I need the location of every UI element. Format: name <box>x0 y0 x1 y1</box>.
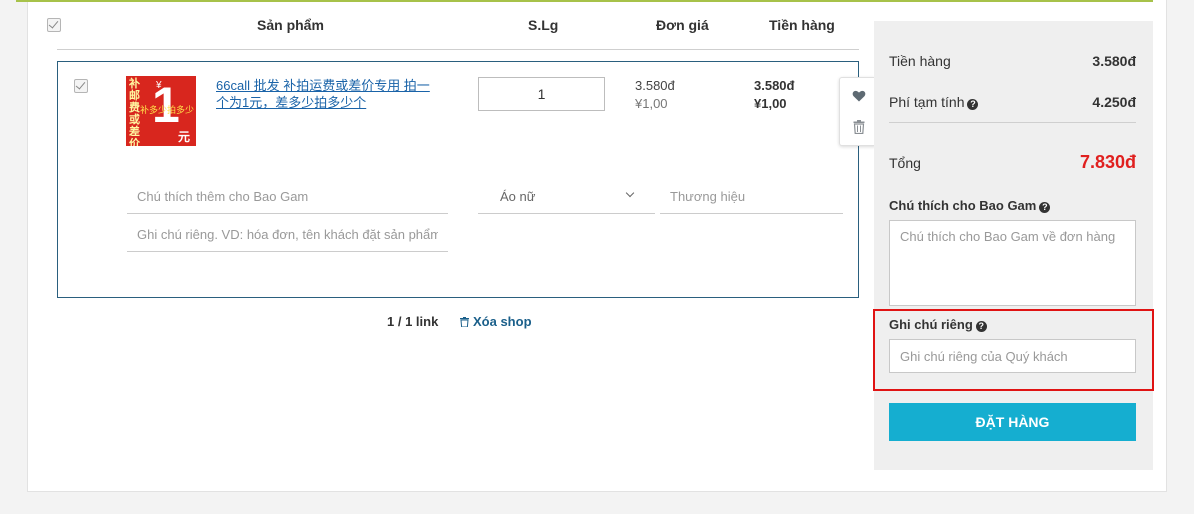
unit-price-vnd: 3.580đ <box>635 78 675 93</box>
highlight-box <box>873 309 1154 391</box>
item-note-input[interactable] <box>127 180 448 214</box>
header-product: Sản phẩm <box>257 17 324 33</box>
trash-icon[interactable] <box>853 120 865 134</box>
item-checkbox[interactable] <box>74 79 88 93</box>
temp-fee-row: Phí tạm tính? 4.250đ <box>889 94 1136 110</box>
brand-input[interactable] <box>660 180 843 214</box>
total-label: Tổng <box>889 155 921 171</box>
temp-fee-value: 4.250đ <box>1092 94 1136 110</box>
item-actions <box>839 77 877 146</box>
help-icon[interactable]: ? <box>1039 202 1051 213</box>
header-unit-price: Đơn giá <box>656 17 709 33</box>
links-count: 1 / 1 link <box>387 314 439 329</box>
unit-price-cny: ¥1,00 <box>635 96 668 111</box>
note-label: Chú thích cho Bao Gam? <box>889 198 1051 213</box>
amount-cny: ¥1,00 <box>754 96 787 111</box>
amount-vnd: 3.580đ <box>754 78 795 93</box>
thumbnail-mid-text: 补多少拍多少 <box>140 105 195 115</box>
order-note-textarea[interactable] <box>889 220 1136 306</box>
category-value: Áo nữ <box>500 189 536 204</box>
top-accent-line <box>16 0 1153 2</box>
delete-shop-button[interactable]: Xóa shop <box>460 314 532 329</box>
total-value: 7.830đ <box>1079 152 1136 172</box>
trash-icon <box>460 317 469 327</box>
temp-fee-label: Phí tạm tính <box>889 94 965 110</box>
thumbnail-unit: 元 <box>178 130 191 144</box>
help-icon[interactable]: ? <box>967 99 979 110</box>
summary-divider <box>889 122 1136 123</box>
delete-shop-label: Xóa shop <box>473 314 532 329</box>
header-amount: Tiền hàng <box>769 17 835 33</box>
goods-label: Tiền hàng <box>889 53 951 69</box>
item-private-note-input[interactable] <box>127 218 448 252</box>
goods-row: Tiền hàng 3.580đ <box>889 53 1136 69</box>
product-thumbnail[interactable]: 补邮费或差价 ¥ 1 补多少拍多少 元 <box>126 76 196 146</box>
order-summary: Tiền hàng 3.580đ Phí tạm tính? 4.250đ Tổ… <box>874 21 1153 470</box>
header-qty: S.Lg <box>528 17 559 33</box>
note-label-text: Chú thích cho Bao Gam <box>889 198 1037 213</box>
total-row: Tổng 7.830đ <box>889 152 1136 172</box>
select-all-checkbox[interactable] <box>47 18 61 32</box>
product-title-link[interactable]: 66call 批发 补拍运费或差价专用 拍一个为1元，差多少拍多少个 <box>216 77 436 111</box>
goods-value: 3.580đ <box>1092 53 1136 69</box>
chevron-down-icon <box>625 188 635 198</box>
heart-icon[interactable] <box>852 89 866 103</box>
check-icon <box>48 18 59 29</box>
header-divider <box>57 49 859 50</box>
category-select[interactable]: Áo nữ <box>478 180 655 214</box>
place-order-button[interactable]: ĐẶT HÀNG <box>889 403 1136 441</box>
quantity-input[interactable] <box>478 77 605 111</box>
check-icon <box>75 79 86 90</box>
